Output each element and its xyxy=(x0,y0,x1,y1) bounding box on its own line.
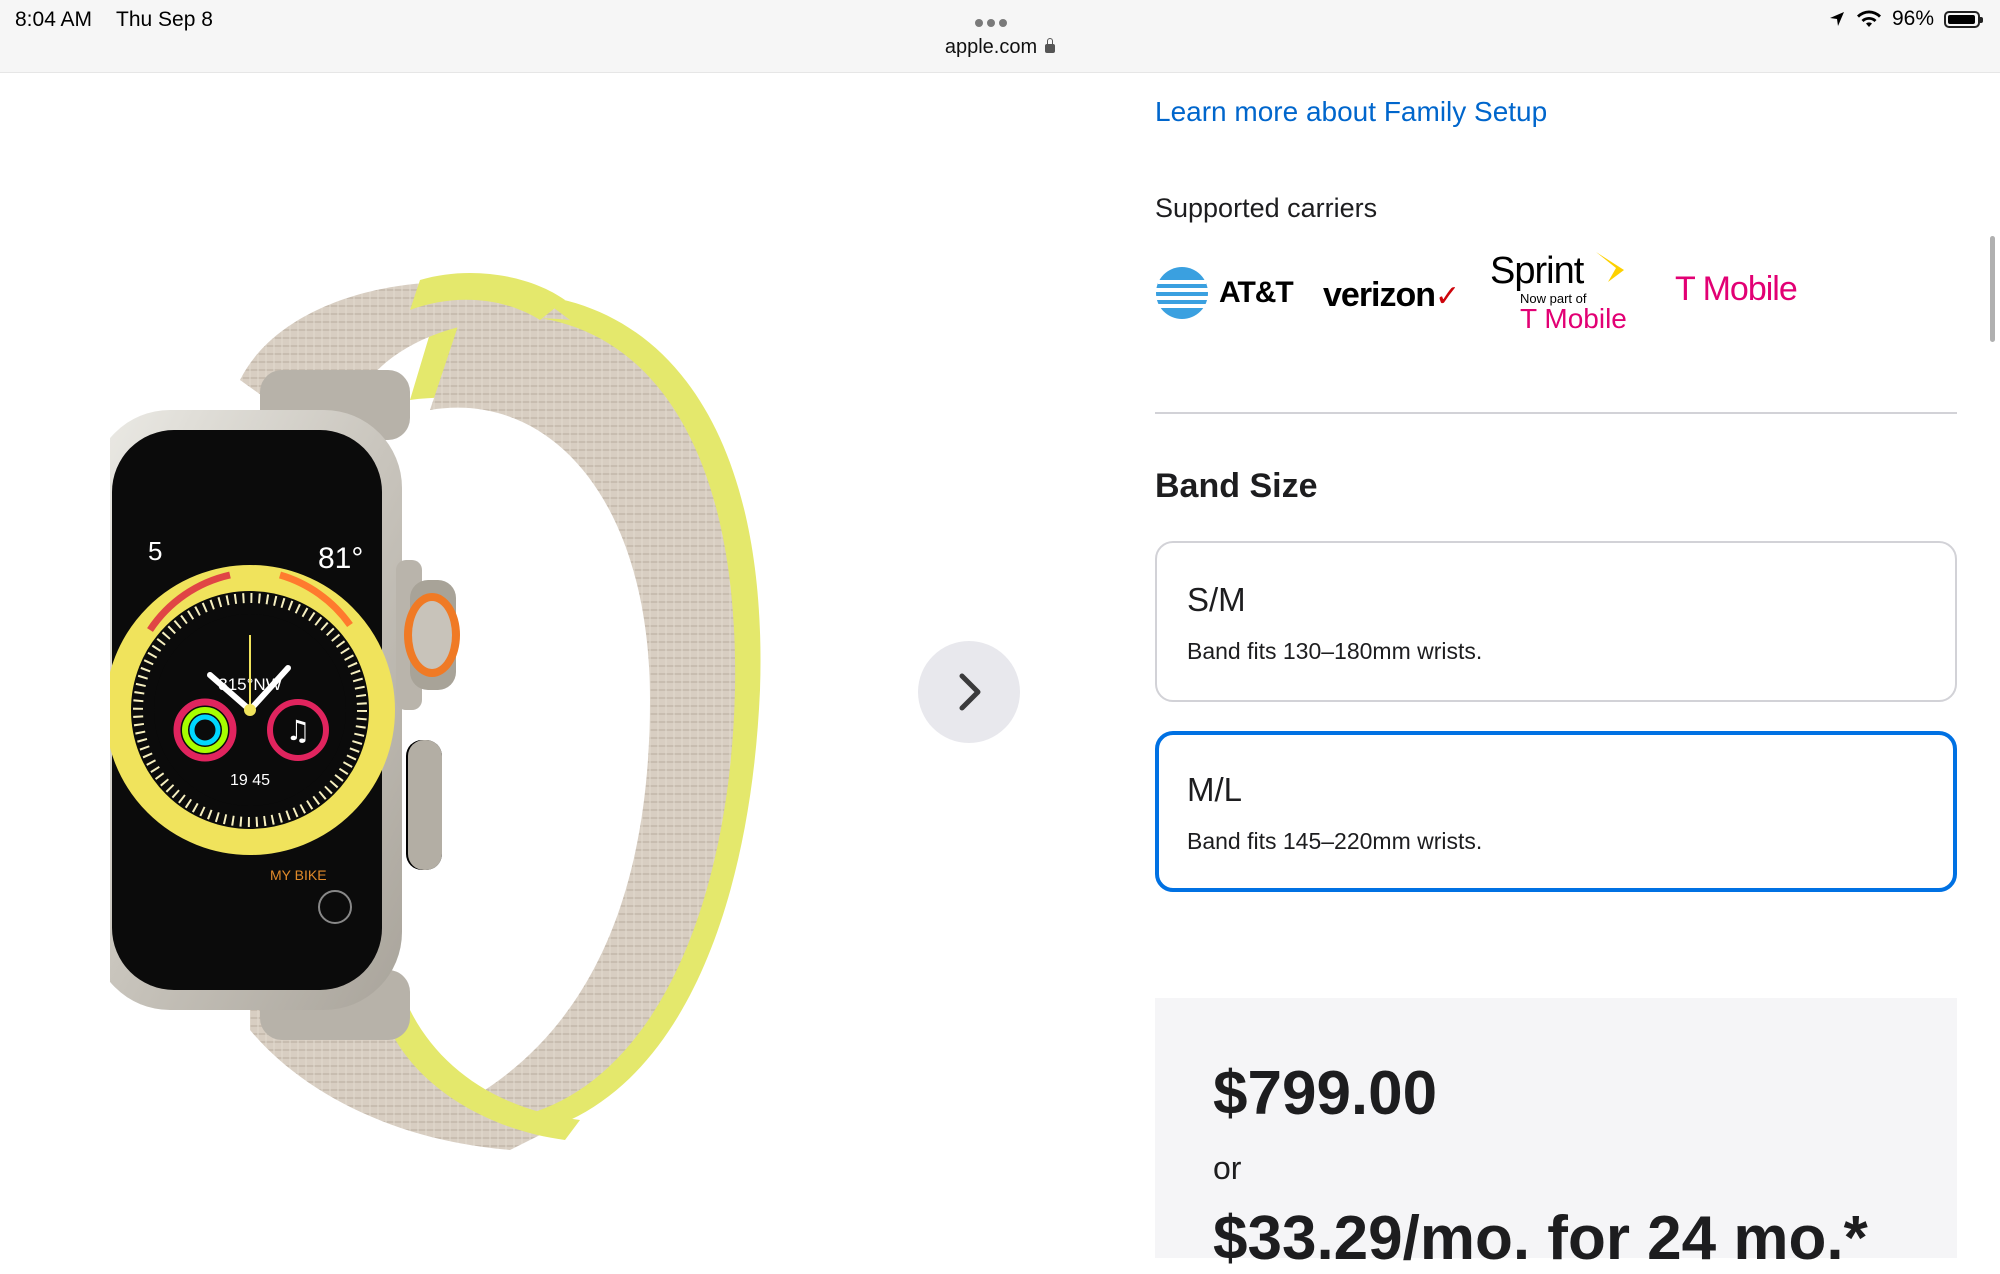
lock-icon xyxy=(1045,38,1056,53)
supported-carriers-title: Supported carriers xyxy=(1155,193,1378,223)
divider xyxy=(1155,412,1957,414)
status-time: 8:04 AM xyxy=(15,8,93,31)
price-panel: $799.00 or $33.29/mo. for 24 mo.* xyxy=(1155,998,1957,1273)
verizon-label: verizon xyxy=(1323,276,1436,314)
family-setup-link[interactable]: Learn more about Family Setup xyxy=(1155,96,1547,128)
status-indicators: 96% xyxy=(1828,6,1983,32)
scrollbar[interactable] xyxy=(1990,236,1995,342)
temp-value: 81° xyxy=(318,542,363,575)
status-date: Thu Sep 8 xyxy=(116,8,213,31)
band-option-sm[interactable]: S/M Band fits 130–180mm wrists. xyxy=(1155,541,1957,702)
att-logo: AT&T xyxy=(1155,266,1294,320)
sprint-logo: Sprint Now part of T Mobile xyxy=(1490,250,1640,340)
battery-icon xyxy=(1944,10,1983,28)
chevron-right-icon xyxy=(959,673,981,711)
band-size-desc: Band fits 145–220mm wrists. xyxy=(1187,828,1483,854)
price: $799.00 xyxy=(1213,1059,1438,1128)
status-bar: 8:04 AM Thu Sep 8 apple.com 96% xyxy=(0,0,2000,73)
wifi-icon xyxy=(1856,10,1881,27)
carrier-logos: AT&T verizon✓ Sprint Now part of T Mobil… xyxy=(1155,250,1815,340)
verizon-check-icon: ✓ xyxy=(1435,280,1460,313)
monthly-price: $33.29/mo. for 24 mo.* xyxy=(1213,1204,1868,1273)
band-size-title: Band Size xyxy=(1155,467,1318,505)
band-size-label: M/L xyxy=(1187,771,1243,808)
svg-text:♫: ♫ xyxy=(285,714,310,747)
band-loop xyxy=(430,315,736,1120)
url-text[interactable]: apple.com xyxy=(945,36,1037,58)
multitasking-dots-icon[interactable] xyxy=(975,14,1015,27)
price-or: or xyxy=(1213,1150,1242,1186)
address-bar[interactable]: apple.com xyxy=(0,36,2000,59)
tmobile-logo: T Mobile xyxy=(1675,270,1798,308)
next-image-button[interactable] xyxy=(918,641,1020,743)
battery-percent: 96% xyxy=(1891,7,1934,30)
bike-label: MY BIKE xyxy=(270,867,327,883)
att-label: AT&T xyxy=(1219,276,1294,309)
band-size-label: S/M xyxy=(1187,581,1246,618)
watch-time: 19 45 xyxy=(230,772,270,789)
sprint-label: Sprint xyxy=(1490,250,1584,292)
product-image: 5 81° 315°NW ♫ 19 45 MY BIKE xyxy=(110,272,761,1150)
sprint-tmobile: T Mobile xyxy=(1520,303,1627,334)
sprint-wing-icon xyxy=(1596,252,1624,282)
verizon-logo: verizon✓ xyxy=(1323,276,1460,315)
band-size-desc: Band fits 130–180mm wrists. xyxy=(1187,638,1483,664)
att-globe-icon xyxy=(1156,267,1208,319)
band-option-ml[interactable]: M/L Band fits 145–220mm wrists. xyxy=(1155,731,1957,892)
location-arrow-icon xyxy=(1829,12,1844,26)
uvi-value: 5 xyxy=(148,536,162,566)
